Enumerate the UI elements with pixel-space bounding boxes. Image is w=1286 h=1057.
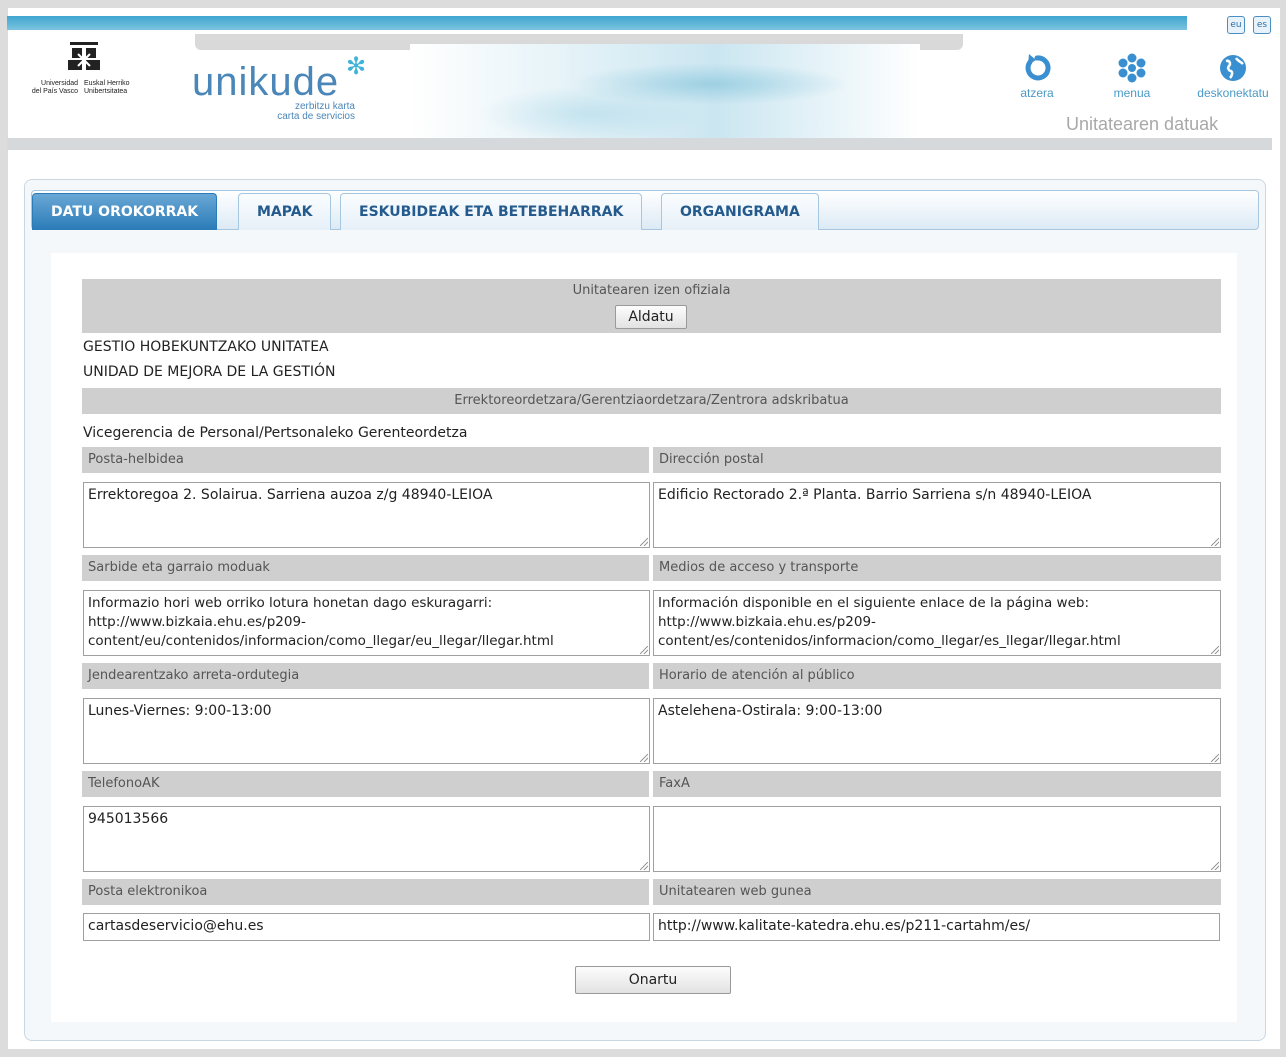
postal-address-eu-label: Posta-helbidea bbox=[82, 447, 649, 473]
email-input[interactable]: cartasdeservicio@ehu.es bbox=[83, 913, 650, 941]
resize-grip-icon[interactable] bbox=[1211, 862, 1219, 870]
university-logo: Universidad del País Vasco Euskal Herrik… bbox=[14, 36, 164, 106]
university-name-eu: Euskal Herriko Unibertsitatea bbox=[84, 80, 130, 95]
university-name-es: Universidad del País Vasco bbox=[31, 80, 78, 95]
submit-button[interactable]: Onartu bbox=[575, 966, 731, 994]
globe-icon bbox=[1220, 55, 1246, 81]
fax-label: FaxA bbox=[653, 771, 1221, 797]
brand-logo: unikude bbox=[192, 60, 340, 104]
nav-back[interactable]: atzera bbox=[1009, 52, 1065, 100]
brand-subtitle-es: carta de servicios bbox=[277, 111, 355, 122]
hours-eu-label: Jendearentzako arreta-ordutegia bbox=[82, 663, 649, 689]
postal-address-es-value: Edificio Rectorado 2.ª Planta. Barrio Sa… bbox=[658, 487, 1092, 503]
nav-disconnect-label: deskonektatu bbox=[1197, 86, 1269, 100]
language-eu-button[interactable]: eu bbox=[1227, 16, 1245, 34]
phone-value: 945013566 bbox=[88, 811, 169, 827]
hours-eu-value: Lunes-Viernes: 9:00-13:00 bbox=[88, 703, 272, 719]
website-input[interactable]: http://www.kalitate-katedra.ehu.es/p211-… bbox=[653, 913, 1220, 941]
access-eu-textarea[interactable]: Informazio hori web orriko lotura honeta… bbox=[83, 590, 650, 656]
resize-grip-icon[interactable] bbox=[1211, 646, 1219, 654]
header-bottom-bar bbox=[7, 138, 1272, 150]
hours-es-label: Horario de atención al público bbox=[653, 663, 1221, 689]
back-arrow-icon bbox=[1025, 54, 1051, 81]
nav-menu-label: menua bbox=[1113, 86, 1151, 100]
hours-es-value: Astelehena-Ostirala: 9:00-13:00 bbox=[658, 703, 883, 719]
resize-grip-icon[interactable] bbox=[640, 538, 648, 546]
resize-grip-icon[interactable] bbox=[1211, 538, 1219, 546]
tab-rights-duties[interactable]: ESKUBIDEAK ETA BETEBEHARRAK bbox=[340, 193, 643, 230]
form-content: Unitatearen izen ofiziala Aldatu GESTIO … bbox=[51, 253, 1237, 1022]
official-name-header-label: Unitatearen izen ofiziala bbox=[572, 283, 731, 298]
tab-organigram[interactable]: ORGANIGRAMA bbox=[661, 193, 819, 230]
phone-textarea[interactable]: 945013566 bbox=[83, 806, 650, 872]
postal-address-es-textarea[interactable]: Edificio Rectorado 2.ª Planta. Barrio Sa… bbox=[653, 482, 1221, 548]
main-panel: DATU OROKORRAK MAPAK ESKUBIDEAK ETA BETE… bbox=[24, 179, 1266, 1041]
resize-grip-icon[interactable] bbox=[640, 862, 648, 870]
change-name-button[interactable]: Aldatu bbox=[615, 305, 687, 329]
access-es-label: Medios de acceso y transporte bbox=[653, 555, 1221, 581]
attached-to-header: Errektoreordetzara/Gerentziaordetzara/Ze… bbox=[82, 388, 1221, 414]
access-es-textarea[interactable]: Información disponible en el siguiente e… bbox=[653, 590, 1221, 656]
hours-es-textarea[interactable]: Astelehena-Ostirala: 9:00-13:00 bbox=[653, 698, 1221, 764]
page-title: Unitatearen datuak bbox=[1066, 114, 1219, 134]
header-banner-graphic bbox=[410, 44, 920, 144]
access-es-value: Información disponible en el siguiente e… bbox=[658, 595, 1121, 649]
top-accent-bar bbox=[7, 16, 1187, 30]
language-es-button[interactable]: es bbox=[1253, 16, 1271, 34]
postal-address-eu-value: Errektoregoa 2. Solairua. Sarriena auzoa… bbox=[88, 487, 493, 503]
resize-grip-icon[interactable] bbox=[640, 754, 648, 762]
phone-label: TelefonoAK bbox=[82, 771, 649, 797]
email-label: Posta elektronikoa bbox=[82, 879, 649, 905]
resize-grip-icon[interactable] bbox=[640, 646, 648, 654]
hours-eu-textarea[interactable]: Lunes-Viernes: 9:00-13:00 bbox=[83, 698, 650, 764]
unit-name-es: UNIDAD DE MEJORA DE LA GESTIÓN bbox=[83, 364, 336, 380]
brand-star-icon: ✻ bbox=[346, 52, 367, 80]
asterisk-menu-icon bbox=[1118, 53, 1146, 83]
postal-address-es-label: Dirección postal bbox=[653, 447, 1221, 473]
unit-name-eu: GESTIO HOBEKUNTZAKO UNITATEA bbox=[83, 339, 329, 355]
university-emblem-icon bbox=[68, 42, 100, 70]
access-eu-label: Sarbide eta garraio moduak bbox=[82, 555, 649, 581]
brand-subtitle: zerbitzu karta carta de servicios bbox=[235, 102, 355, 122]
website-label: Unitatearen web gunea bbox=[653, 879, 1221, 905]
nav-menu[interactable]: menua bbox=[1104, 52, 1160, 100]
tab-general-data[interactable]: DATU OROKORRAK bbox=[32, 193, 218, 230]
tab-maps[interactable]: MAPAK bbox=[238, 193, 332, 230]
attached-to-value: Vicegerencia de Personal/Pertsonaleko Ge… bbox=[83, 425, 468, 441]
nav-back-label: atzera bbox=[1020, 86, 1054, 100]
nav-disconnect[interactable]: deskonektatu bbox=[1186, 52, 1280, 100]
access-eu-value: Informazio hori web orriko lotura honeta… bbox=[88, 595, 554, 649]
fax-textarea[interactable] bbox=[653, 806, 1221, 872]
tab-bar: DATU OROKORRAK MAPAK ESKUBIDEAK ETA BETE… bbox=[31, 190, 1259, 230]
resize-grip-icon[interactable] bbox=[1211, 754, 1219, 762]
postal-address-eu-textarea[interactable]: Errektoregoa 2. Solairua. Sarriena auzoa… bbox=[83, 482, 650, 548]
